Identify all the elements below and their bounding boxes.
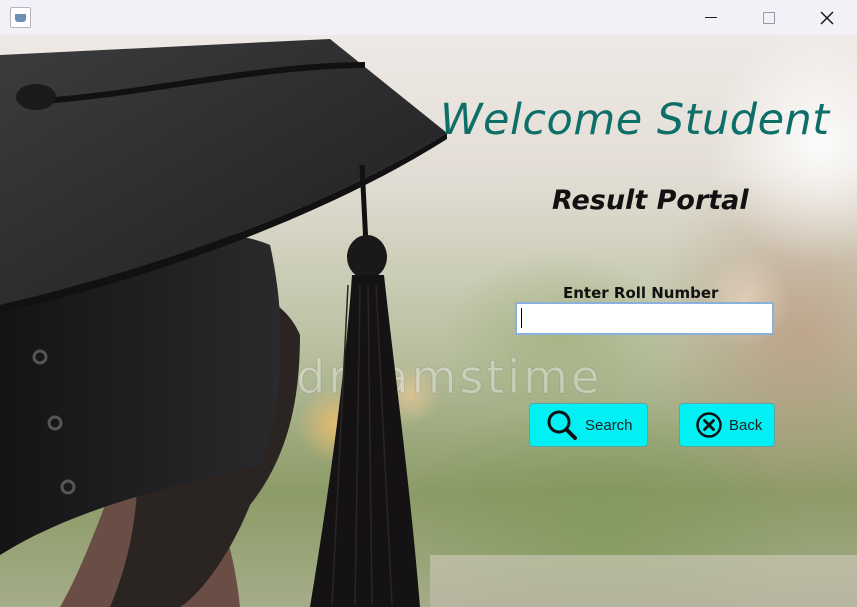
roll-number-label: Enter Roll Number <box>563 284 719 302</box>
minimize-icon <box>705 17 717 18</box>
minimize-button[interactable] <box>682 0 740 35</box>
close-circle-icon <box>696 412 722 438</box>
back-button[interactable]: Back <box>679 403 775 447</box>
back-button-label: Back <box>729 416 763 434</box>
search-button[interactable]: Search <box>529 403 648 447</box>
app-window: dreamstime Welcome Student Result Portal… <box>0 0 857 607</box>
title-bar <box>0 0 857 35</box>
welcome-heading: Welcome Student <box>440 95 830 145</box>
search-button-label: Search <box>585 416 633 434</box>
blurred-road <box>430 555 857 607</box>
roll-number-input[interactable] <box>515 302 774 335</box>
portal-subtitle: Result Portal <box>552 185 749 216</box>
text-cursor <box>521 308 522 328</box>
java-app-icon[interactable] <box>10 7 31 28</box>
close-button[interactable] <box>798 0 856 35</box>
search-icon <box>547 410 577 440</box>
graduate-illustration <box>0 39 447 607</box>
close-icon <box>820 11 834 24</box>
maximize-button[interactable] <box>740 0 798 35</box>
maximize-icon <box>763 11 775 24</box>
